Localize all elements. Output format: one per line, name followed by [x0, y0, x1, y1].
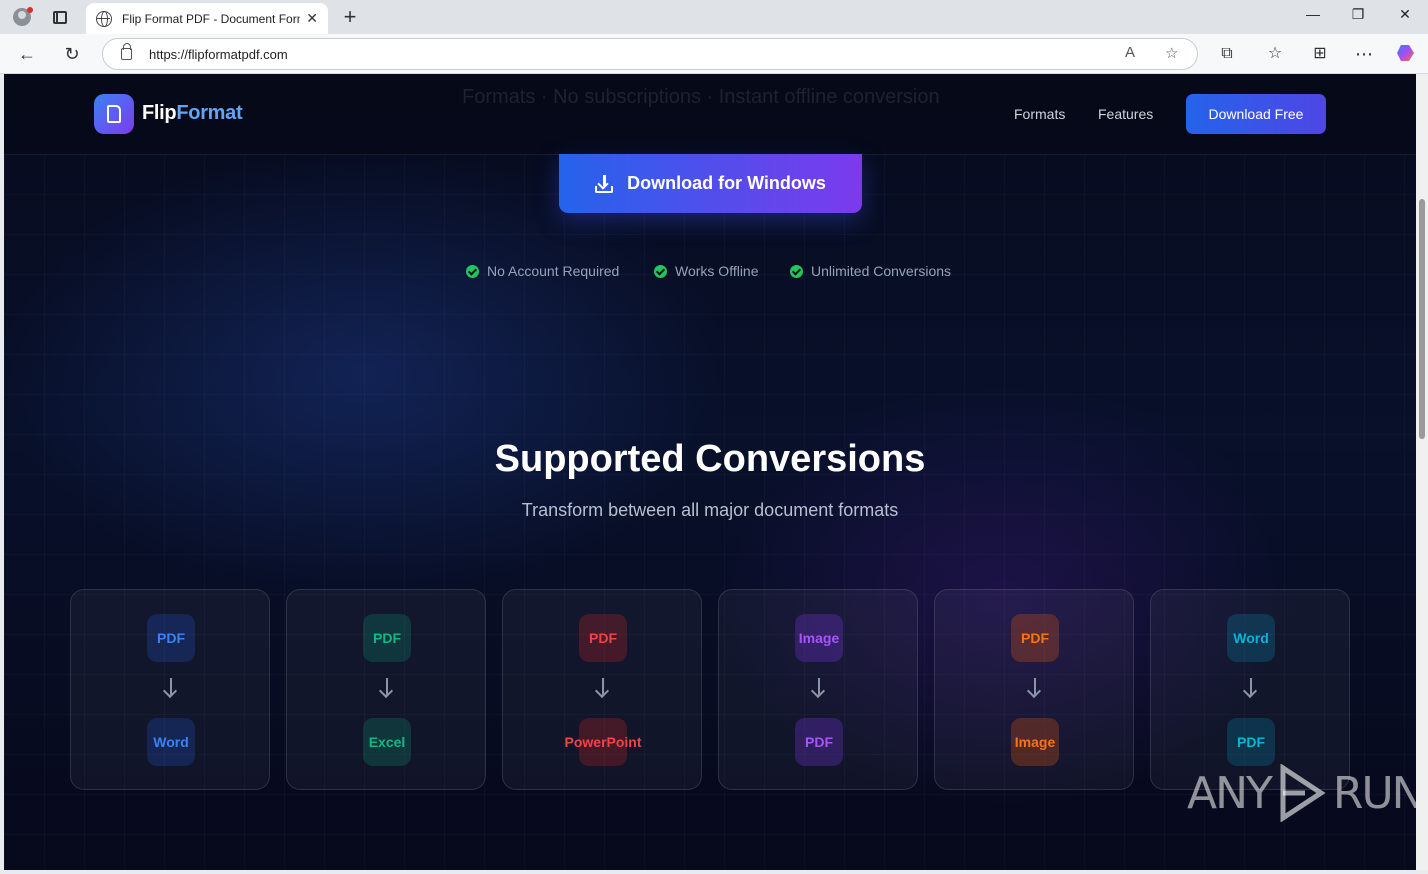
browser-tab-active[interactable]: Flip Format PDF - Document Form ✕ — [86, 3, 328, 34]
logo-text[interactable]: FlipFormat — [142, 102, 243, 125]
format-badge-from: PDF — [147, 614, 195, 662]
refresh-icon[interactable]: ↻ — [59, 42, 85, 66]
anyrun-watermark: ANY RUN — [1187, 764, 1416, 822]
conversion-card-pdf-image[interactable]: PDF Image — [934, 589, 1134, 790]
conversion-card-pdf-excel[interactable]: PDF Excel — [286, 589, 486, 790]
conversion-card-image-pdf[interactable]: Image PDF — [718, 589, 918, 790]
feature-item: Unlimited Conversions — [790, 263, 951, 279]
tab-actions-icon[interactable] — [47, 5, 73, 29]
arrow-down-icon — [1026, 678, 1044, 699]
arrow-down-icon — [810, 678, 828, 699]
feature-list: No Account Required Works Offline Unlimi… — [4, 263, 1416, 283]
minimize-icon[interactable]: — — [1298, 6, 1328, 22]
format-badge-to: Image — [1011, 718, 1059, 766]
format-badge-to: Word — [147, 718, 195, 766]
browser-tabbar: Flip Format PDF - Document Form ✕ + — ❐ … — [0, 0, 1428, 34]
hero-tagline-behind-header: Formats · No subscriptions · Instant off… — [462, 86, 940, 108]
nav-link-formats[interactable]: Formats — [1014, 106, 1065, 122]
page-viewport: Formats · No subscriptions · Instant off… — [4, 74, 1416, 870]
scrollbar-thumb[interactable] — [1419, 199, 1425, 439]
feature-item: Works Offline — [654, 263, 759, 279]
conversion-card-pdf-powerpoint[interactable]: PDF PowerPoint — [502, 589, 702, 790]
check-circle-icon — [790, 264, 803, 278]
favorites-icon[interactable]: ☆ — [1262, 42, 1288, 66]
site-header: Formats · No subscriptions · Instant off… — [4, 74, 1416, 155]
tab-close-icon[interactable]: ✕ — [306, 10, 318, 27]
feature-item: No Account Required — [466, 263, 619, 279]
profile-icon[interactable] — [9, 5, 35, 29]
format-badge-from: PDF — [1011, 614, 1059, 662]
window-close-icon[interactable]: ✕ — [1390, 6, 1420, 23]
format-badge-to: PDF — [795, 718, 843, 766]
collections-icon[interactable]: ⊞ — [1307, 42, 1333, 66]
address-bar[interactable]: https://flipformatpdf.com A ☆ — [102, 38, 1198, 70]
play-logo-icon — [1280, 764, 1326, 822]
restore-icon[interactable]: ❐ — [1343, 6, 1373, 23]
format-badge-to: PDF — [1227, 718, 1275, 766]
check-circle-icon — [654, 264, 667, 278]
format-badge-to: Excel — [363, 718, 411, 766]
tab-title: Flip Format PDF - Document Form — [122, 11, 301, 26]
conversion-card-word-pdf[interactable]: Word PDF — [1150, 589, 1350, 790]
section-title: Supported Conversions — [494, 438, 926, 480]
back-icon[interactable]: ← — [14, 42, 40, 66]
nav-link-features[interactable]: Features — [1098, 106, 1153, 122]
section-subtitle: Transform between all major document for… — [521, 500, 899, 520]
download-windows-label: Download for Windows — [627, 173, 826, 193]
check-circle-icon — [466, 264, 479, 278]
format-badge-from: PDF — [363, 614, 411, 662]
url-text[interactable]: https://flipformatpdf.com — [149, 47, 288, 62]
arrow-down-icon — [1242, 678, 1260, 699]
format-badge-from: Image — [795, 614, 843, 662]
globe-icon — [96, 10, 112, 27]
browser-toolbar: ← ↻ https://flipformatpdf.com A ☆ ⧉ ☆ ⊞ … — [0, 34, 1428, 74]
arrow-down-icon — [162, 678, 180, 699]
favorite-star-icon[interactable]: ☆ — [1165, 44, 1178, 62]
arrow-down-icon — [594, 678, 612, 699]
download-free-button[interactable]: Download Free — [1186, 94, 1326, 134]
download-icon — [595, 174, 614, 193]
lock-icon[interactable] — [121, 43, 132, 60]
format-badge-from: Word — [1227, 614, 1275, 662]
download-windows-button[interactable]: Download for Windows — [559, 154, 862, 213]
format-badge-from: PDF — [579, 614, 627, 662]
more-menu-icon[interactable]: ⋯ — [1351, 42, 1377, 66]
extensions-icon[interactable]: ⧉ — [1214, 42, 1240, 66]
read-aloud-icon[interactable]: A — [1125, 44, 1135, 61]
arrow-down-icon — [378, 678, 396, 699]
logo-icon[interactable] — [94, 94, 134, 134]
page-scrollbar[interactable] — [1416, 74, 1428, 870]
format-badge-to: PowerPoint — [565, 718, 642, 766]
new-tab-button[interactable]: + — [338, 4, 362, 30]
conversion-card-pdf-word[interactable]: PDF Word — [70, 589, 270, 790]
copilot-icon[interactable] — [1393, 42, 1419, 66]
